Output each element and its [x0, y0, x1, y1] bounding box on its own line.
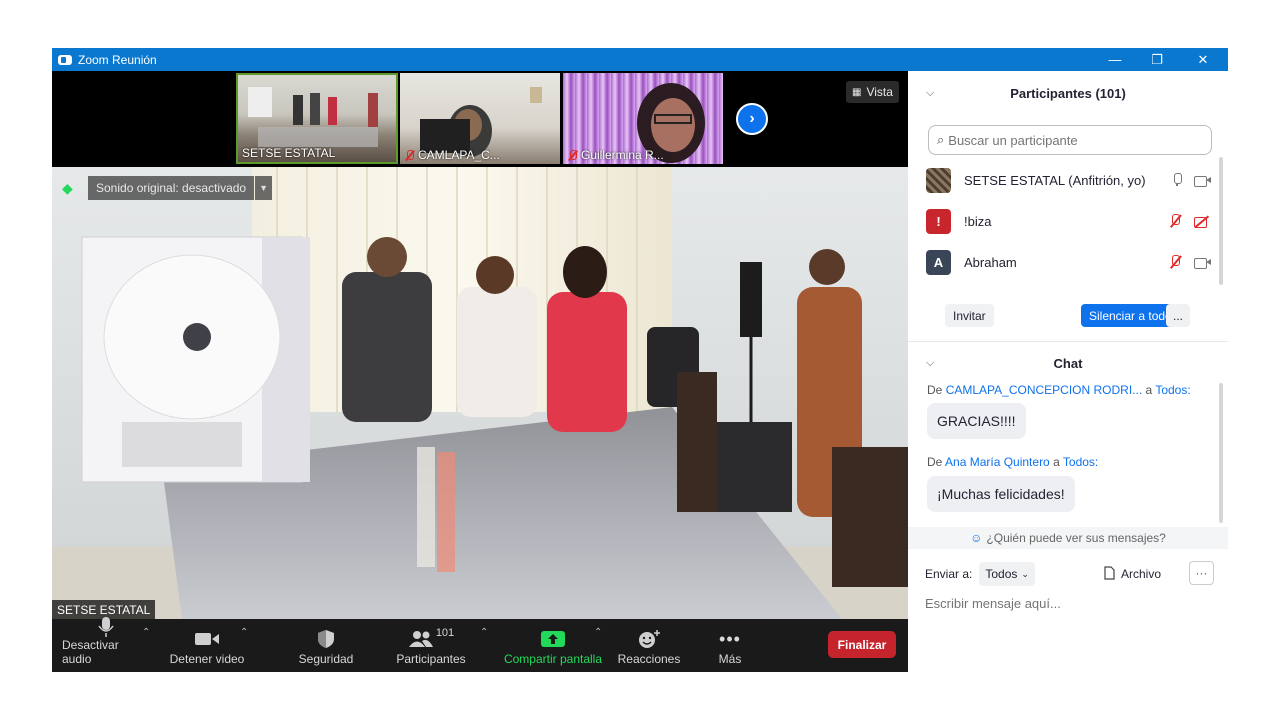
chat-message-header: De Ana María Quintero a Todos:	[927, 455, 1099, 469]
end-meeting-button[interactable]: Finalizar	[828, 631, 896, 658]
invite-button[interactable]: Invitar	[945, 304, 994, 327]
avatar	[926, 167, 951, 193]
mic-muted-icon	[567, 149, 578, 161]
share-screen-icon	[540, 626, 566, 652]
shield-check-icon: ◆	[62, 180, 73, 196]
microphone-icon[interactable]	[1172, 173, 1182, 187]
side-panel: ⌵ Participantes (101) ⌕ SETSE ESTATAL (A…	[908, 71, 1228, 672]
person-info-icon: ☺	[970, 531, 983, 545]
participants-header: ⌵ Participantes (101)	[926, 85, 1126, 101]
view-button[interactable]: ▦ Vista	[846, 81, 899, 103]
microphone-icon	[98, 616, 114, 638]
audio-options-chevron-icon[interactable]: ⌃	[142, 627, 150, 638]
main-video-image	[52, 167, 908, 619]
thumbnail-setse-estatal[interactable]: SETSE ESTATAL	[236, 73, 398, 164]
mic-muted-icon[interactable]	[1168, 255, 1182, 269]
chevron-right-icon: ›	[749, 110, 755, 127]
send-to-row: Enviar a: Todos ⌄	[925, 562, 1035, 586]
close-button[interactable]: ✕	[1180, 48, 1226, 71]
emoji-plus-icon	[637, 626, 661, 652]
collapse-chevron-icon[interactable]: ⌵	[926, 357, 934, 370]
search-icon: ⌕	[937, 132, 945, 147]
reactions-button[interactable]: Reacciones	[616, 619, 682, 672]
thumbnail-camlapa[interactable]: CAMLAPA_C...	[400, 73, 560, 164]
chevron-down-icon[interactable]: ▼	[255, 176, 273, 200]
file-button[interactable]: Archivo	[1104, 562, 1161, 586]
chat-header: ⌵ Chat	[926, 355, 1083, 371]
chat-message-input[interactable]	[925, 593, 1215, 613]
send-to-select[interactable]: Todos ⌄	[979, 562, 1035, 586]
thumbnail-guillermina[interactable]: Guillermina R...	[563, 73, 723, 164]
title-bar: Zoom Reunión — ❐ ✕	[52, 48, 1228, 71]
zoom-window: Zoom Reunión — ❐ ✕ SETSE ESTATAL CAMLAPA…	[52, 48, 1228, 672]
video-stage: SETSE ESTATAL CAMLAPA_C... Guillermina R…	[52, 71, 908, 619]
who-can-see-messages-link[interactable]: ☺ ¿Quién puede ver sus mensajes?	[908, 527, 1228, 549]
chat-recipient-link[interactable]: Todos:	[1155, 383, 1190, 397]
participants-icon: 101	[408, 626, 454, 652]
sound-notice-bar: ◆ Sonido original: desactivado ▼	[62, 176, 273, 200]
avatar: !	[926, 208, 951, 234]
chat-message-bubble: GRACIAS!!!!	[927, 403, 1026, 439]
chat-message-bubble: ¡Muchas felicidades!	[927, 476, 1075, 512]
participants-count: 101	[435, 627, 455, 639]
share-options-chevron-icon[interactable]: ⌃	[594, 627, 602, 638]
stop-video-button[interactable]: Detener video	[167, 619, 247, 672]
thumbnail-name: CAMLAPA_C...	[404, 148, 500, 162]
share-screen-button[interactable]: Compartir pantalla	[500, 619, 606, 672]
video-camera-icon[interactable]	[1194, 257, 1211, 269]
participant-row[interactable]: ! !biza	[926, 208, 1211, 234]
chat-sender-link[interactable]: Ana María Quintero	[945, 455, 1050, 469]
minimize-button[interactable]: —	[1092, 48, 1138, 71]
mute-button[interactable]: Desactivar audio	[62, 616, 150, 672]
more-button[interactable]: ••• Más	[706, 619, 754, 672]
chat-sender-link[interactable]: CAMLAPA_CONCEPCION RODRI...	[946, 383, 1142, 397]
video-options-chevron-icon[interactable]: ⌃	[240, 627, 248, 638]
thumbnail-name: SETSE ESTATAL	[242, 146, 336, 160]
chat-recipient-link[interactable]: Todos:	[1063, 455, 1098, 469]
chat-message-header: De CAMLAPA_CONCEPCION RODRI... a Todos:	[927, 383, 1191, 397]
next-page-button[interactable]: ›	[736, 103, 768, 135]
main-video	[52, 167, 908, 619]
window-title: Zoom Reunión	[78, 52, 157, 67]
participant-row[interactable]: A Abraham	[926, 249, 1211, 275]
participant-search-input[interactable]	[948, 132, 1189, 148]
participants-options-chevron-icon[interactable]: ⌃	[480, 627, 488, 638]
meeting-toolbar: Desactivar audio ⌃ Detener video ⌃ Segur…	[52, 616, 908, 672]
chat-scrollbar[interactable]	[1219, 383, 1223, 523]
section-divider	[908, 341, 1228, 342]
participants-scrollbar[interactable]	[1219, 157, 1223, 285]
more-dots-icon: •••	[719, 628, 741, 649]
sound-notice-label[interactable]: Sonido original: desactivado	[88, 176, 255, 200]
chevron-down-icon: ⌄	[1021, 568, 1029, 579]
avatar: A	[926, 249, 951, 275]
security-button[interactable]: Seguridad	[294, 619, 358, 672]
participants-more-button[interactable]: ...	[1166, 304, 1190, 327]
thumbnail-name: Guillermina R...	[567, 148, 664, 162]
participant-row[interactable]: SETSE ESTATAL (Anfitrión, yo)	[926, 167, 1211, 193]
shield-icon	[317, 626, 335, 652]
grid-icon: ▦	[852, 86, 862, 98]
file-icon	[1104, 565, 1115, 583]
mic-muted-icon[interactable]	[1168, 214, 1182, 228]
video-camera-icon	[194, 626, 220, 652]
mic-muted-icon	[404, 149, 415, 161]
video-camera-icon[interactable]	[1194, 175, 1211, 187]
collapse-chevron-icon[interactable]: ⌵	[926, 87, 934, 100]
participant-search-box[interactable]: ⌕	[928, 125, 1212, 155]
chat-more-button[interactable]: ···	[1189, 561, 1214, 585]
video-off-icon[interactable]	[1194, 214, 1211, 228]
zoom-app-icon	[58, 54, 72, 65]
participants-button[interactable]: 101 Participantes	[392, 619, 470, 672]
restore-button[interactable]: ❐	[1134, 48, 1180, 71]
